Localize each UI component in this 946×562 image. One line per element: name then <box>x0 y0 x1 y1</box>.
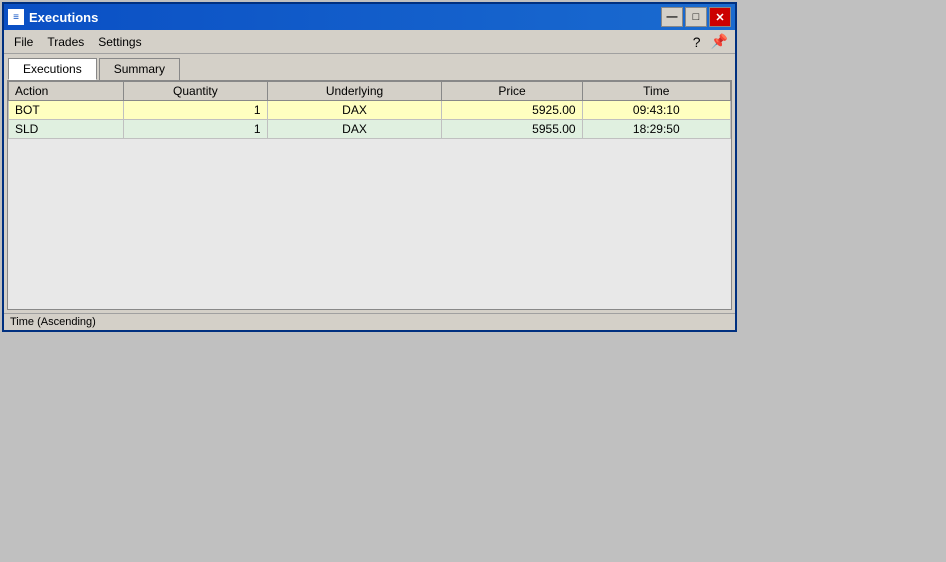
row1-price: 5925.00 <box>442 101 582 120</box>
row2-underlying: DAX <box>267 120 442 139</box>
row1-underlying: DAX <box>267 101 442 120</box>
help-icon[interactable]: ? <box>690 33 704 51</box>
tabs-bar: Executions Summary <box>4 54 735 80</box>
table-row: SLD 1 DAX 5955.00 18:29:50 <box>9 120 731 139</box>
row2-action: SLD <box>9 120 124 139</box>
menu-file[interactable]: File <box>8 33 39 51</box>
row2-price: 5955.00 <box>442 120 582 139</box>
row1-quantity: 1 <box>124 101 267 120</box>
table-header: Action Quantity Underlying Price Time <box>9 82 731 101</box>
pin-icon[interactable]: 📌 <box>708 32 731 51</box>
title-buttons: — □ ✕ <box>661 7 731 27</box>
col-underlying: Underlying <box>267 82 442 101</box>
window-title: Executions <box>29 10 98 25</box>
row2-time: 18:29:50 <box>582 120 730 139</box>
content-area: Action Quantity Underlying Price Time BO… <box>7 80 732 310</box>
col-quantity: Quantity <box>124 82 267 101</box>
title-bar: ≡ Executions — □ ✕ <box>4 4 735 30</box>
menu-right: ? 📌 <box>690 32 731 51</box>
maximize-button[interactable]: □ <box>685 7 707 27</box>
executions-table: Action Quantity Underlying Price Time BO… <box>8 81 731 139</box>
minimize-button[interactable]: — <box>661 7 683 27</box>
menu-trades[interactable]: Trades <box>41 33 90 51</box>
col-time: Time <box>582 82 730 101</box>
col-action: Action <box>9 82 124 101</box>
tab-summary[interactable]: Summary <box>99 58 180 80</box>
table-body: BOT 1 DAX 5925.00 09:43:10 SLD 1 DAX 595… <box>9 101 731 139</box>
main-window: ≡ Executions — □ ✕ File Trades Settings … <box>2 2 737 332</box>
title-bar-left: ≡ Executions <box>8 9 98 25</box>
row1-time: 09:43:10 <box>582 101 730 120</box>
status-text: Time (Ascending) <box>10 316 96 328</box>
close-button[interactable]: ✕ <box>709 7 731 27</box>
row2-quantity: 1 <box>124 120 267 139</box>
col-price: Price <box>442 82 582 101</box>
tab-executions[interactable]: Executions <box>8 58 97 80</box>
menu-items: File Trades Settings <box>8 33 148 51</box>
window-icon: ≡ <box>8 9 24 25</box>
row1-action: BOT <box>9 101 124 120</box>
menu-settings[interactable]: Settings <box>92 33 147 51</box>
table-row: BOT 1 DAX 5925.00 09:43:10 <box>9 101 731 120</box>
menu-bar: File Trades Settings ? 📌 <box>4 30 735 54</box>
status-bar: Time (Ascending) <box>4 313 735 330</box>
empty-area <box>8 139 731 309</box>
